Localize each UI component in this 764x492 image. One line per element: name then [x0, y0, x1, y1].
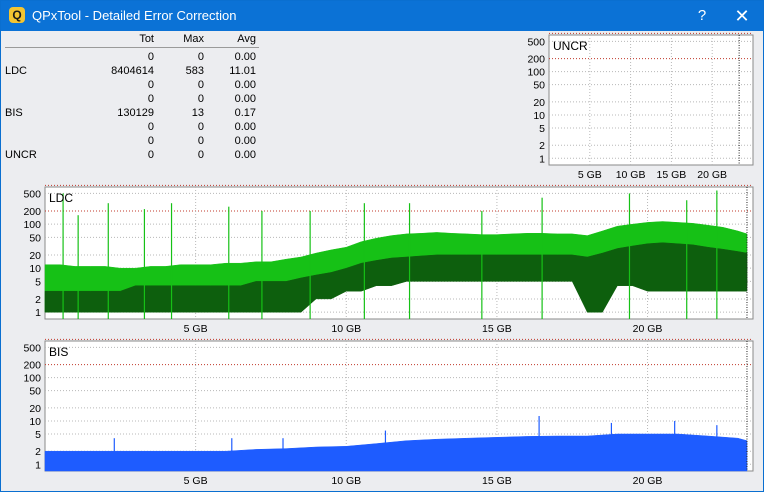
help-button[interactable]: ? [683, 1, 721, 31]
title-bar[interactable]: Q QPxTool - Detailed Error Correction ? … [1, 1, 763, 31]
stats-header-row: Tot Max Avg [3, 33, 261, 47]
uncr-ytick-label: 1 [539, 153, 545, 165]
uncr-xtick-label: 15 GB [657, 169, 687, 181]
uncr-ytick-label: 50 [533, 80, 545, 92]
stats-row: 0 0 0.00 [3, 79, 261, 93]
bis-chart: 500 200 100 50 20 10 5 2 1 5 GB 10 GB 15 GB 20 GB BIS [5, 338, 757, 489]
bis-chart-title: BIS [49, 345, 68, 359]
ldc-ytick-label: 500 [23, 188, 41, 200]
bis-ytick-label: 100 [23, 373, 41, 385]
bis-xtick-label: 20 GB [633, 475, 663, 487]
bis-chart-svg: 5002001005020105215 GB 10 GB 15 GB 20 GBBIS [23, 338, 754, 487]
uncr-ytick-label: 2 [539, 140, 545, 152]
row-max: 583 [185, 65, 204, 77]
row-max: 0 [197, 121, 204, 133]
stats-row: 0 0 0.00 [3, 51, 261, 65]
bis-ytick-label: 50 [29, 386, 41, 398]
uncr-ytick-label: 20 [533, 97, 545, 109]
uncr-xtick-label: 5 GB [578, 169, 602, 181]
row-tot: 0 [147, 93, 154, 105]
stats-row: UNCR 0 0 0.00 [3, 149, 261, 163]
uncr-xtick-label: 10 GB [616, 169, 646, 181]
row-avg: 11.01 [229, 65, 256, 77]
ldc-ytick-label: 20 [29, 250, 41, 262]
row-avg: 0.00 [234, 135, 256, 147]
bis-ytick-label: 2 [35, 446, 41, 458]
uncr-ytick-label: 100 [527, 67, 545, 79]
stats-row: BIS 130129 13 0.17 [3, 107, 261, 121]
row-avg: 0.00 [234, 93, 256, 105]
bis-ytick-label: 20 [29, 403, 41, 415]
row-label: BIS [5, 107, 23, 119]
row-tot: 0 [147, 149, 154, 161]
row-tot: 0 [147, 51, 154, 63]
uncr-ytick-label: 500 [527, 36, 545, 48]
stats-row: LDC 8404614 583 11.01 [3, 65, 261, 79]
ldc-chart: 500 200 100 50 20 10 5 2 1 5 GB 10 GB 15 GB 20 GB LDC [5, 184, 757, 337]
row-label: UNCR [5, 149, 37, 161]
app-window: Q QPxTool - Detailed Error Correction ? … [0, 0, 764, 492]
stats-row: 0 0 0.00 [3, 93, 261, 107]
ldc-xtick-label: 10 GB [331, 323, 361, 335]
ldc-chart-title: LDC [49, 191, 73, 205]
ldc-ytick-label: 1 [35, 307, 41, 319]
uncr-ytick-label: 10 [533, 110, 545, 122]
row-max: 0 [197, 79, 204, 91]
row-max: 13 [191, 107, 204, 119]
row-tot: 0 [147, 79, 154, 91]
ldc-ytick-label: 50 [29, 232, 41, 244]
row-max: 0 [197, 93, 204, 105]
qpxtool-app-icon: Q [9, 7, 25, 23]
close-button[interactable]: ✕ [723, 1, 761, 31]
row-max: 0 [197, 51, 204, 63]
bis-ytick-label: 200 [23, 360, 41, 372]
row-max: 0 [197, 135, 204, 147]
ldc-xtick-label: 5 GB [184, 323, 208, 335]
ldc-ytick-label: 2 [35, 294, 41, 306]
row-avg: 0.00 [234, 149, 256, 161]
uncr-chart-title: UNCR [553, 39, 588, 53]
row-avg: 0.00 [234, 121, 256, 133]
row-label: LDC [5, 65, 28, 77]
bis-ytick-label: 500 [23, 342, 41, 354]
ldc-xtick-label: 15 GB [482, 323, 512, 335]
bis-xtick-label: 15 GB [482, 475, 512, 487]
uncr-xtick-label: 20 GB [697, 169, 727, 181]
header-tot: Tot [139, 33, 154, 45]
stats-row: 0 0 0.00 [3, 121, 261, 135]
ldc-ytick-label: 200 [23, 206, 41, 218]
bis-xtick-label: 10 GB [331, 475, 361, 487]
row-avg: 0.00 [234, 51, 256, 63]
uncr-chart-svg: 5002001005020105215 GB 10 GB 15 GB 20 GBUNC… [527, 32, 754, 181]
bis-ytick-label: 1 [35, 459, 41, 471]
ldc-chart-svg: 5002001005020105215 GB 10 GB 15 GB 20 GBLDC [23, 184, 754, 335]
ldc-ytick-label: 5 [35, 276, 41, 288]
ldc-ytick-label: 100 [23, 219, 41, 231]
row-tot: 0 [147, 135, 154, 147]
window-title: QPxTool - Detailed Error Correction [32, 8, 237, 23]
ldc-xtick-label: 20 GB [633, 323, 663, 335]
bis-ytick-label: 5 [35, 429, 41, 441]
header-max: Max [183, 33, 204, 45]
row-avg: 0.17 [234, 107, 256, 119]
bis-ytick-label: 10 [29, 416, 41, 428]
bis-xtick-label: 5 GB [184, 475, 208, 487]
header-avg: Avg [237, 33, 256, 45]
stats-divider [5, 47, 259, 48]
ldc-ytick-label: 10 [29, 263, 41, 275]
stats-row: 0 0 0.00 [3, 135, 261, 149]
row-tot: 8404614 [111, 65, 154, 77]
uncr-ytick-label: 200 [527, 54, 545, 66]
row-max: 0 [197, 149, 204, 161]
row-avg: 0.00 [234, 79, 256, 91]
row-tot: 0 [147, 121, 154, 133]
error-statistics-table: Tot Max Avg 0 0 0.00 LDC 8404614 583 11.01 0 0 0.… [3, 31, 261, 165]
uncr-chart: 500 200 100 50 20 10 5 2 1 5 GB 10 GB 15 GB 20 GB UNC… [521, 32, 757, 183]
uncr-ytick-label: 5 [539, 123, 545, 135]
row-tot: 130129 [117, 107, 154, 119]
